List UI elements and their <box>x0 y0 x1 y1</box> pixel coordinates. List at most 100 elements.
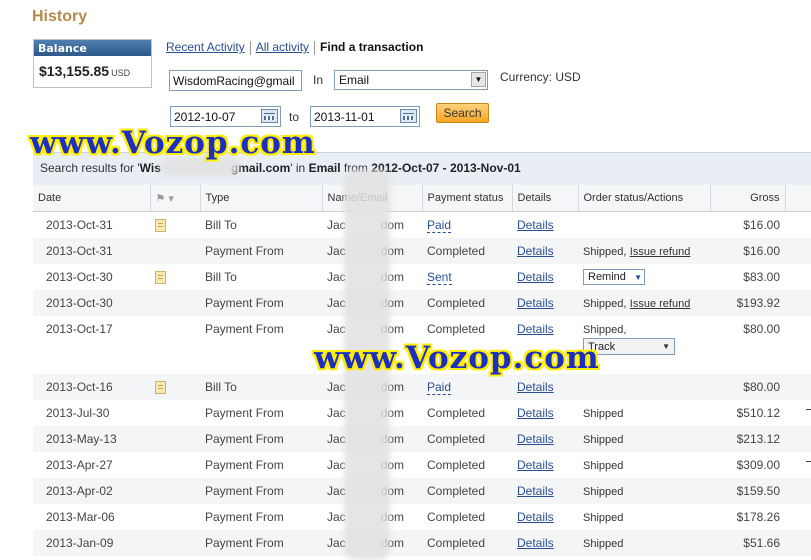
row-date: 2013-Oct-30 <box>46 270 113 284</box>
col-flag[interactable]: ⚑ ▾ <box>150 185 201 212</box>
details-link[interactable]: Details <box>517 536 554 550</box>
payment-status: Completed <box>427 322 486 336</box>
row-order-status <box>578 374 710 400</box>
row-type: Bill To <box>205 270 237 284</box>
details-link[interactable]: Details <box>517 244 554 258</box>
calendar-icon[interactable] <box>261 109 278 123</box>
search-field-select[interactable]: Email ▼ <box>334 70 488 90</box>
row-note <box>150 212 200 239</box>
to-label: to <box>289 110 300 124</box>
row-details: Details <box>512 212 578 239</box>
table-row[interactable]: 2013-Oct-31 Bill To Jac dom Paid Details $16.0… <box>33 212 811 239</box>
row-note <box>150 426 200 452</box>
payment-status: Completed <box>427 458 486 472</box>
summary-prefix: Search results for ' <box>40 161 140 175</box>
remind-select[interactable]: Remind ▼ <box>583 269 645 285</box>
in-label: In <box>313 73 324 87</box>
table-row[interactable]: 2013-Oct-16 Bill To Jac dom Paid Details $80.0… <box>33 374 811 400</box>
row-order-status: Remind ▼ <box>578 264 710 290</box>
chevron-down-icon[interactable]: ▼ <box>471 72 486 87</box>
details-link[interactable]: Details <box>517 406 554 420</box>
name-start: Jac <box>327 510 346 524</box>
col-order-status[interactable]: Order status/Actions <box>578 185 711 212</box>
table-row[interactable]: 2013-Mar-06 Payment From Jac dom Completed De… <box>33 504 811 530</box>
tab-find-transaction[interactable]: Find a transaction <box>320 40 423 54</box>
row-gross: $83.00 <box>743 270 780 284</box>
payment-status-link[interactable]: Paid <box>427 380 452 395</box>
note-icon[interactable] <box>155 219 166 232</box>
search-query-input[interactable] <box>169 70 302 91</box>
table-row[interactable]: 2013-Jul-30 Payment From Jac dom Completed De… <box>33 400 811 426</box>
tab-divider <box>314 40 316 55</box>
row-note <box>150 504 200 530</box>
tab-recent-activity[interactable]: Recent Activity <box>166 40 245 54</box>
payment-status: Completed <box>427 244 486 258</box>
row-details: Details <box>512 374 578 400</box>
note-icon[interactable] <box>155 381 166 394</box>
search-button[interactable]: Search <box>436 103 489 123</box>
row-extra <box>785 452 811 478</box>
payment-status: Completed <box>427 484 486 498</box>
col-date[interactable]: Date <box>33 185 151 212</box>
details-link[interactable]: Details <box>517 218 554 232</box>
row-order-status: Shipped <box>578 478 710 504</box>
row-payment-status: Completed <box>422 530 512 556</box>
table-row[interactable]: 2013-Apr-27 Payment From Jac dom Completed De… <box>33 452 811 478</box>
issue-refund-link[interactable]: Issue refund <box>630 298 691 310</box>
row-type: Payment From <box>200 530 322 556</box>
col-payment-status[interactable]: Payment status <box>422 185 513 212</box>
row-date: 2013-Mar-06 <box>46 510 115 524</box>
details-link[interactable]: Details <box>517 484 554 498</box>
details-link[interactable]: Details <box>517 510 554 524</box>
row-details: Details <box>512 238 578 264</box>
row-extra <box>785 212 811 239</box>
row-details: Details <box>512 452 578 478</box>
row-payment-status: Completed <box>422 426 512 452</box>
calendar-icon[interactable] <box>400 109 417 123</box>
tab-all-activity[interactable]: All activity <box>256 40 309 54</box>
table-row[interactable]: 2013-Oct-30 Bill To Jac dom Sent Details Remin… <box>33 264 811 290</box>
row-details: Details <box>512 290 578 316</box>
row-note <box>150 452 200 478</box>
details-link[interactable]: Details <box>517 322 554 336</box>
row-payment-status: Completed <box>422 290 512 316</box>
table-row[interactable]: 2013-Oct-30 Payment From Jac dom Completed De… <box>33 290 811 316</box>
details-link[interactable]: Details <box>517 270 554 284</box>
row-note <box>150 478 200 504</box>
payment-status: Completed <box>427 510 486 524</box>
balance-amount: $13,155.85 USD <box>34 56 151 79</box>
col-details[interactable]: Details <box>512 185 579 212</box>
note-icon[interactable] <box>155 271 166 284</box>
row-order-status: Shipped <box>578 452 710 478</box>
col-type[interactable]: Type <box>200 185 323 212</box>
row-extra <box>785 290 811 316</box>
row-details: Details <box>512 400 578 426</box>
name-start: Jac <box>327 244 346 258</box>
row-type: Bill To <box>205 218 237 232</box>
row-note <box>150 238 200 264</box>
name-start: Jac <box>327 322 346 336</box>
row-type: Bill To <box>200 374 322 400</box>
row-extra <box>785 238 811 264</box>
table-row[interactable]: 2013-Jan-09 Payment From Jac dom Completed De… <box>33 530 811 556</box>
col-gross[interactable]: Gross <box>710 185 786 212</box>
details-link[interactable]: Details <box>517 296 554 310</box>
table-row[interactable]: 2013-Apr-02 Payment From Jac dom Completed De… <box>33 478 811 504</box>
payment-status-link[interactable]: Sent <box>427 270 452 285</box>
date-to-input[interactable]: 2013-11-01 <box>310 106 420 127</box>
row-details: Details <box>512 426 578 452</box>
name-start: Jac <box>327 218 346 232</box>
row-details: Details <box>512 264 578 290</box>
name-start: Jac <box>327 296 346 310</box>
details-link[interactable]: Details <box>517 380 554 394</box>
payment-status-link[interactable]: Paid <box>427 218 452 233</box>
details-link[interactable]: Details <box>517 432 554 446</box>
details-link[interactable]: Details <box>517 458 554 472</box>
table-row[interactable]: 2013-May-13 Payment From Jac dom Completed De… <box>33 426 811 452</box>
row-note <box>150 316 200 374</box>
issue-refund-link[interactable]: Issue refund <box>630 246 691 258</box>
col-extra <box>785 185 811 212</box>
table-row[interactable]: 2013-Oct-31 Payment From Jac dom Completed De… <box>33 238 811 264</box>
date-from-input[interactable]: 2012-10-07 <box>170 106 281 127</box>
row-gross: $159.50 <box>710 478 785 504</box>
